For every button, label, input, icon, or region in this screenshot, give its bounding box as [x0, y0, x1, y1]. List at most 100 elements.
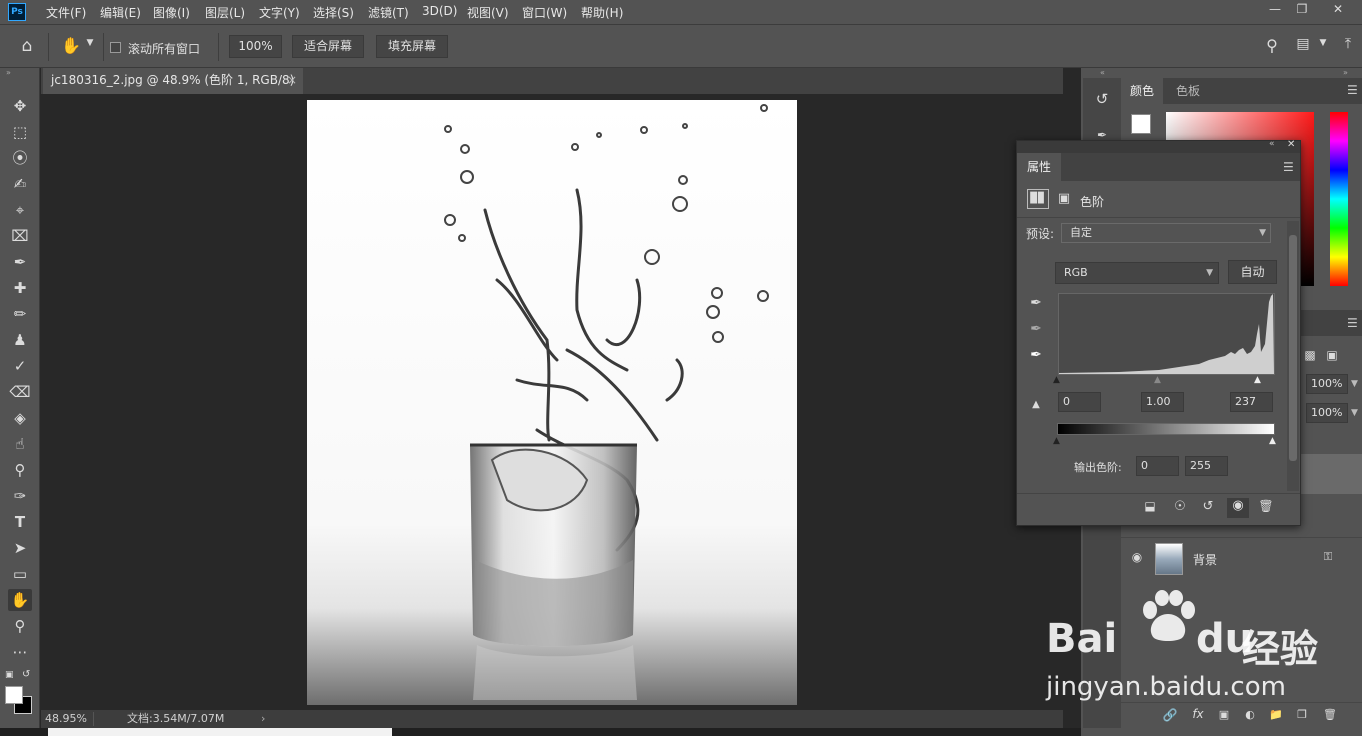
type-tool-icon[interactable]: T [8, 511, 32, 533]
fill-screen-button[interactable]: 填充屏幕 [376, 35, 448, 58]
white-eyedropper-icon[interactable]: ✒ [1027, 347, 1045, 367]
zoom-tool-icon[interactable]: ⚲ [8, 615, 32, 637]
history-icon[interactable]: ↺ [1091, 90, 1113, 110]
panel-menu-icon[interactable]: ☰ [1283, 160, 1297, 174]
auto-button[interactable]: 自动 [1228, 260, 1277, 284]
black-output-slider[interactable]: ▲ [1053, 436, 1063, 446]
move-tool-icon[interactable]: ✥ [8, 95, 32, 117]
brush-settings-icon[interactable]: ✒ [1091, 128, 1113, 142]
zoom-readout[interactable]: 48.95% [45, 710, 87, 728]
lock-pixels-icon[interactable]: ▩ [1303, 348, 1317, 364]
adjustment-layer-icon[interactable]: ◐ [1241, 708, 1259, 724]
menu-file[interactable]: 文件(F) [46, 4, 86, 21]
output-black-field[interactable]: 0 [1136, 456, 1179, 476]
fit-screen-button[interactable]: 适合屏幕 [292, 35, 364, 58]
menu-3d[interactable]: 3D(D) [422, 4, 457, 18]
brush-tool-icon[interactable]: ✏ [8, 303, 32, 325]
input-white-field[interactable]: 237 [1230, 392, 1273, 412]
collapse-icon[interactable]: « [1269, 139, 1275, 149]
white-output-slider[interactable]: ▲ [1269, 436, 1279, 446]
eyedropper-tool-icon[interactable]: ✒ [8, 251, 32, 273]
collapse-icon[interactable]: » [6, 68, 34, 78]
chevron-down-icon[interactable]: ▼ [1317, 38, 1329, 54]
crop-tool-icon[interactable]: ⌖ [8, 199, 32, 221]
fill-field[interactable]: 100% [1306, 403, 1348, 423]
chevron-down-icon[interactable]: ▼ [1351, 374, 1362, 394]
new-layer-icon[interactable]: ❐ [1293, 708, 1311, 724]
healing-brush-tool-icon[interactable]: ✚ [8, 277, 32, 299]
tab-properties[interactable]: 属性 [1017, 153, 1061, 181]
paint-bucket-tool-icon[interactable]: ◈ [8, 407, 32, 429]
black-input-slider[interactable]: ▲ [1053, 375, 1063, 385]
menu-filter[interactable]: 滤镜(T) [368, 4, 409, 21]
collapse-icon[interactable]: » [1343, 68, 1358, 78]
menu-layer[interactable]: 图层(L) [205, 4, 245, 21]
marquee-tool-icon[interactable]: ⬚ [8, 121, 32, 143]
panel-menu-icon[interactable]: ☰ [1347, 83, 1361, 97]
scrollbar[interactable] [1287, 221, 1299, 491]
quick-select-tool-icon[interactable]: ✍ [8, 173, 32, 195]
chevron-down-icon[interactable]: ▼ [84, 38, 96, 54]
rectangle-tool-icon[interactable]: ▭ [8, 563, 32, 585]
levels-adjustment-icon[interactable]: ▉▊ [1027, 189, 1049, 209]
tab-color[interactable]: 颜色 [1121, 78, 1163, 104]
input-black-field[interactable]: 0 [1058, 392, 1101, 412]
visibility-eye-icon[interactable]: ◉ [1129, 550, 1145, 566]
menu-view[interactable]: 视图(V) [467, 4, 509, 21]
more-tools-icon[interactable]: ⋯ [8, 641, 32, 663]
home-icon[interactable]: ⌂ [16, 36, 38, 56]
black-eyedropper-icon[interactable]: ✒ [1027, 295, 1045, 315]
mask-icon[interactable]: ▣ [1055, 191, 1073, 207]
close-panel-icon[interactable]: ✕ [1287, 139, 1295, 150]
preset-select[interactable]: 自定 ▼ [1061, 223, 1271, 243]
white-input-slider[interactable]: ▲ [1254, 375, 1264, 385]
clip-to-layer-icon[interactable]: ⬓ [1141, 499, 1159, 517]
path-select-tool-icon[interactable]: ➤ [8, 537, 32, 559]
minimize-icon[interactable]: — [1265, 2, 1285, 20]
document-image[interactable] [307, 100, 797, 705]
tab-swatches[interactable]: 色板 [1167, 78, 1209, 104]
stamp-tool-icon[interactable]: ♟ [8, 329, 32, 351]
foreground-color-swatch[interactable] [5, 686, 23, 704]
menu-type[interactable]: 文字(Y) [259, 4, 300, 21]
share-icon[interactable]: ⤒ [1338, 36, 1358, 56]
menu-edit[interactable]: 编辑(E) [100, 4, 141, 21]
scrollbar-thumb[interactable] [1289, 235, 1297, 461]
chevron-down-icon[interactable]: ▼ [1351, 403, 1362, 423]
hand-tool-icon[interactable]: ✋ [8, 589, 32, 611]
channel-select[interactable]: RGB ▼ [1055, 262, 1219, 284]
foreground-color-swatch[interactable] [1131, 114, 1151, 134]
document-tab[interactable]: jc180316_2.jpg @ 48.9% (色阶 1, RGB/8) * × [43, 68, 303, 111]
layer-row-background[interactable]: ◉ 背景 ⚿ [1121, 537, 1362, 579]
hand-tool-icon[interactable]: ✋ [60, 36, 82, 56]
gamma-input-slider[interactable]: ▲ [1154, 375, 1164, 385]
new-group-icon[interactable]: 📁 [1267, 708, 1285, 724]
fx-icon[interactable]: fx [1189, 707, 1207, 723]
smudge-tool-icon[interactable]: ☝ [8, 433, 32, 455]
chevron-right-icon[interactable]: › [261, 710, 265, 728]
zoom-100-button[interactable]: 100% [229, 35, 282, 58]
add-mask-icon[interactable]: ▣ [1215, 708, 1233, 724]
menu-select[interactable]: 选择(S) [313, 4, 354, 21]
collapse-icon[interactable]: « [1100, 68, 1120, 78]
link-layers-icon[interactable]: 🔗 [1161, 708, 1179, 724]
delete-layer-icon[interactable]: 🗑 [1321, 708, 1339, 724]
scroll-all-checkbox[interactable] [110, 42, 121, 53]
close-tab-icon[interactable]: × [287, 68, 297, 92]
eraser-tool-icon[interactable]: ⌫ [8, 381, 32, 403]
lock-position-icon[interactable]: ▣ [1325, 348, 1339, 364]
swap-colors-icon[interactable]: ↺ [22, 669, 34, 681]
default-colors-icon[interactable]: ▣ [5, 670, 15, 680]
panel-menu-icon[interactable]: ☰ [1347, 316, 1361, 330]
dodge-tool-icon[interactable]: ⚲ [8, 459, 32, 481]
clipping-warning-icon[interactable]: ▲ [1023, 399, 1049, 415]
visibility-eye-icon[interactable]: ◉ [1227, 498, 1249, 518]
panel-drag-bar[interactable]: « ✕ [1017, 139, 1300, 153]
output-white-field[interactable]: 255 [1185, 456, 1228, 476]
gray-eyedropper-icon[interactable]: ✒ [1027, 321, 1045, 341]
lasso-tool-icon[interactable]: ⦿ [8, 147, 32, 169]
search-icon[interactable]: ⚲ [1262, 36, 1282, 56]
hue-slider[interactable] [1330, 112, 1348, 286]
menu-help[interactable]: 帮助(H) [581, 4, 623, 21]
menu-image[interactable]: 图像(I) [153, 4, 190, 21]
